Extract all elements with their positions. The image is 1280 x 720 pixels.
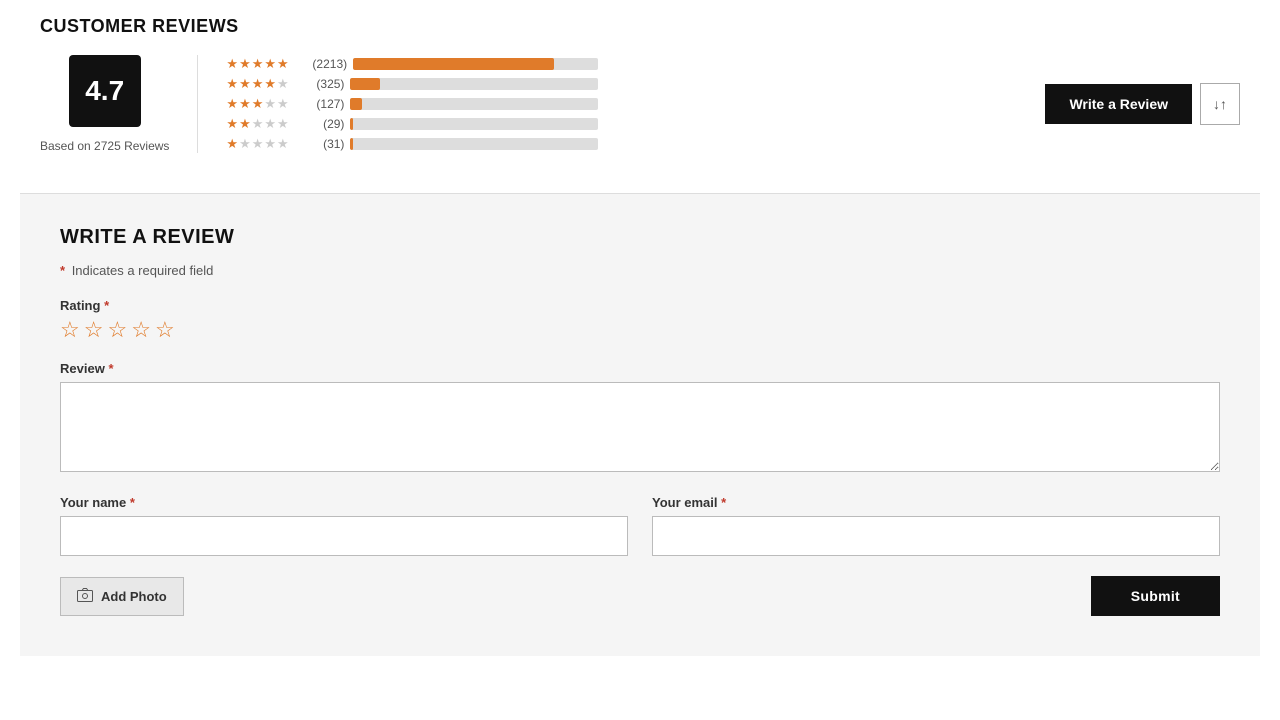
- star: ★: [264, 76, 276, 92]
- based-on-text: Based on 2725 Reviews: [40, 139, 169, 153]
- bar-count-5: (2213): [312, 57, 347, 71]
- star-2-button[interactable]: ☆: [84, 319, 104, 341]
- rating-bar-row-3: ★ ★ ★ ★ ★ (127): [226, 96, 598, 112]
- name-email-row: Your name * Your email *: [60, 495, 1220, 556]
- write-review-title: WRITE A REVIEW: [60, 226, 1220, 249]
- star: ★: [239, 116, 251, 132]
- star: ★: [239, 136, 251, 152]
- stars-3: ★ ★ ★ ★ ★: [226, 96, 306, 112]
- star: ★: [239, 96, 251, 112]
- name-input[interactable]: [60, 516, 628, 556]
- rating-bar-row-1: ★ ★ ★ ★ ★ (31): [226, 136, 598, 152]
- star: ★: [264, 56, 276, 72]
- rating-bar-row-2: ★ ★ ★ ★ ★ (29): [226, 116, 598, 132]
- sort-button[interactable]: ↓↑: [1200, 83, 1240, 125]
- bar-fill-2: [350, 118, 353, 130]
- star-4-button[interactable]: ☆: [131, 319, 151, 341]
- star: ★: [226, 116, 238, 132]
- photo-icon: [77, 588, 93, 605]
- name-col: Your name *: [60, 495, 628, 556]
- star-1-button[interactable]: ☆: [60, 319, 80, 341]
- rating-required-star: *: [104, 298, 109, 313]
- rating-bar-row-5: ★ ★ ★ ★ ★ (2213): [226, 56, 598, 72]
- star: ★: [264, 136, 276, 152]
- star: ★: [252, 116, 264, 132]
- star: ★: [226, 76, 238, 92]
- write-review-button[interactable]: Write a Review: [1045, 84, 1192, 124]
- bar-fill-1: [350, 138, 353, 150]
- star: ★: [239, 56, 251, 72]
- vertical-divider: [197, 55, 198, 153]
- star: ★: [277, 76, 289, 92]
- star: ★: [277, 56, 289, 72]
- star: ★: [277, 96, 289, 112]
- star: ★: [277, 116, 289, 132]
- email-required-star: *: [721, 495, 726, 510]
- rating-stars-input[interactable]: ☆ ☆ ☆ ☆ ☆: [60, 319, 1220, 341]
- rating-bars: ★ ★ ★ ★ ★ (2213) ★ ★ ★: [202, 56, 622, 152]
- review-textarea[interactable]: [60, 382, 1220, 472]
- required-asterisk: *: [60, 263, 65, 278]
- star: ★: [226, 136, 238, 152]
- required-note: * Indicates a required field: [60, 263, 1220, 278]
- bar-track-5: [353, 58, 598, 70]
- name-required-star: *: [130, 495, 135, 510]
- star: ★: [264, 96, 276, 112]
- bar-fill-5: [353, 58, 554, 70]
- email-label: Your email *: [652, 495, 1220, 510]
- review-label: Review *: [60, 361, 1220, 376]
- customer-reviews-section: CUSTOMER REVIEWS 4.7 Based on 2725 Revie…: [20, 0, 1260, 173]
- star: ★: [264, 116, 276, 132]
- bar-count-4: (325): [312, 77, 344, 91]
- bar-track-3: [350, 98, 598, 110]
- review-required-star: *: [108, 361, 113, 376]
- star: ★: [252, 76, 264, 92]
- name-label: Your name *: [60, 495, 628, 510]
- score-badge: 4.7: [69, 55, 141, 127]
- bar-track-1: [350, 138, 598, 150]
- bar-track-4: [350, 78, 598, 90]
- review-form-group: Review *: [60, 361, 1220, 475]
- rating-score-box: 4.7 Based on 2725 Reviews: [40, 55, 193, 153]
- stars-4: ★ ★ ★ ★ ★: [226, 76, 306, 92]
- actions-area: Write a Review ↓↑: [1045, 83, 1240, 125]
- write-review-section: WRITE A REVIEW * Indicates a required fi…: [20, 194, 1260, 656]
- star: ★: [277, 136, 289, 152]
- bar-count-2: (29): [312, 117, 344, 131]
- star: ★: [252, 96, 264, 112]
- star-5-button[interactable]: ☆: [155, 319, 175, 341]
- bar-fill-3: [350, 98, 362, 110]
- form-actions: Add Photo Submit: [60, 576, 1220, 616]
- star: ★: [226, 96, 238, 112]
- stars-5: ★ ★ ★ ★ ★: [226, 56, 306, 72]
- rating-label: Rating *: [60, 298, 1220, 313]
- submit-button[interactable]: Submit: [1091, 576, 1220, 616]
- bar-track-2: [350, 118, 598, 130]
- stars-1: ★ ★ ★ ★ ★: [226, 136, 306, 152]
- star: ★: [252, 136, 264, 152]
- bar-count-3: (127): [312, 97, 344, 111]
- add-photo-label: Add Photo: [101, 589, 167, 604]
- rating-form-group: Rating * ☆ ☆ ☆ ☆ ☆: [60, 298, 1220, 341]
- add-photo-button[interactable]: Add Photo: [60, 577, 184, 616]
- star: ★: [239, 76, 251, 92]
- star: ★: [252, 56, 264, 72]
- star-3-button[interactable]: ☆: [107, 319, 127, 341]
- star: ★: [226, 56, 238, 72]
- required-note-text: Indicates a required field: [72, 263, 214, 278]
- email-input[interactable]: [652, 516, 1220, 556]
- section-title: CUSTOMER REVIEWS: [40, 16, 1240, 37]
- rating-bar-row-4: ★ ★ ★ ★ ★ (325): [226, 76, 598, 92]
- reviews-summary: 4.7 Based on 2725 Reviews ★ ★ ★ ★ ★ (221…: [40, 55, 1240, 153]
- bar-fill-4: [350, 78, 380, 90]
- email-col: Your email *: [652, 495, 1220, 556]
- bar-count-1: (31): [312, 137, 344, 151]
- stars-2: ★ ★ ★ ★ ★: [226, 116, 306, 132]
